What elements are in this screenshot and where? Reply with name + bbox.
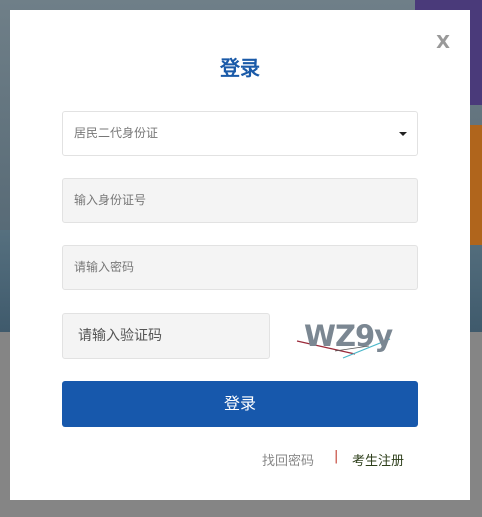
background-panel-orange [468,125,482,245]
close-icon[interactable]: X [436,32,450,53]
login-button[interactable]: 登录 [62,381,418,427]
captcha-image[interactable]: WZ9y [295,313,400,359]
captcha-input[interactable]: 请输入验证码 [62,313,270,359]
modal-title: 登录 [220,56,260,80]
captcha-text: WZ9y [304,319,393,353]
login-modal: X 登录 居民二代身份证 输入身份证号 请输入密码 请输入验证码 WZ9y 登录… [10,10,470,500]
password-input[interactable]: 请输入密码 [62,245,418,290]
captcha-placeholder: 请输入验证码 [78,328,162,344]
caret-down-icon [399,132,407,136]
link-separator: | [334,449,339,464]
id-number-placeholder: 输入身份证号 [74,193,147,207]
password-placeholder: 请输入密码 [74,260,135,274]
register-link[interactable]: 考生注册 [352,450,404,469]
forgot-password-link[interactable]: 找回密码 [262,450,314,469]
id-type-selected-value: 居民二代身份证 [74,126,159,140]
id-type-select[interactable]: 居民二代身份证 [62,111,418,156]
id-number-input[interactable]: 输入身份证号 [62,178,418,223]
